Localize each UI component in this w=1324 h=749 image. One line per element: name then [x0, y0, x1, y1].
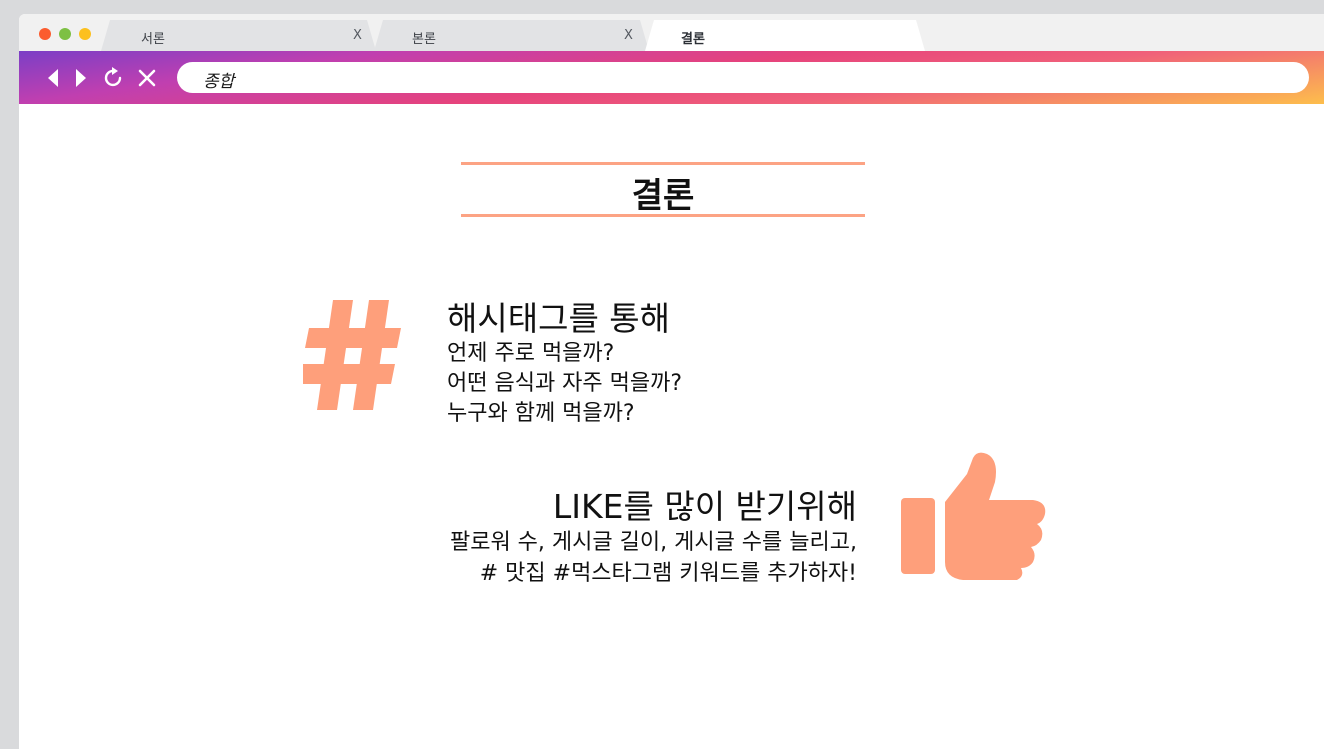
back-arrow-icon[interactable]	[45, 67, 65, 89]
tab-bar: 서론 X 본론 X 결론	[19, 14, 1324, 51]
title-bottom-rule	[461, 214, 865, 217]
hashtag-line-2: 어떤 음식과 자주 먹을까?	[447, 371, 683, 396]
tab-label: 서론	[141, 32, 165, 47]
window-close-dot[interactable]	[39, 28, 51, 40]
address-bar[interactable]: 종합	[177, 62, 1309, 93]
like-heading: LIKE를 많이 받기위해	[552, 487, 857, 526]
hashtag-heading: 해시태그를 통해	[447, 299, 671, 338]
browser-window: 서론 X 본론 X 결론 종합 결론 해시태그를 통해 언제 주로 먹을까? 어…	[19, 14, 1324, 749]
like-line-2: # 맛집 #먹스타그램 키워드를 추가하자!	[479, 561, 857, 586]
reload-icon[interactable]	[103, 67, 123, 89]
tab-body[interactable]: 본론 X	[374, 20, 649, 51]
tab-close-icon[interactable]: X	[624, 28, 633, 43]
page-content: 결론 해시태그를 통해 언제 주로 먹을까? 어떤 음식과 자주 먹을까? 누구…	[19, 104, 1324, 749]
page-title: 결론	[631, 176, 695, 216]
tab-close-icon[interactable]: X	[353, 28, 362, 43]
tab-label: 본론	[412, 32, 436, 47]
window-maximize-dot[interactable]	[59, 28, 71, 40]
hashtag-icon	[303, 300, 401, 414]
hashtag-line-1: 언제 주로 먹을까?	[447, 341, 615, 366]
close-icon[interactable]	[137, 67, 157, 89]
tab-conclusion[interactable]: 결론	[645, 20, 925, 51]
browser-toolbar: 종합	[19, 51, 1324, 104]
tab-label: 결론	[681, 32, 705, 47]
thumbs-up-icon	[901, 452, 1047, 584]
like-line-1: 팔로워 수, 게시글 길이, 게시글 수를 늘리고,	[449, 530, 857, 555]
title-top-rule	[461, 162, 865, 165]
forward-arrow-icon[interactable]	[73, 67, 93, 89]
hashtag-line-3: 누구와 함께 먹을까?	[447, 401, 635, 426]
tab-intro[interactable]: 서론 X	[101, 20, 376, 51]
window-minimize-dot[interactable]	[79, 28, 91, 40]
address-text: 종합	[203, 72, 235, 92]
